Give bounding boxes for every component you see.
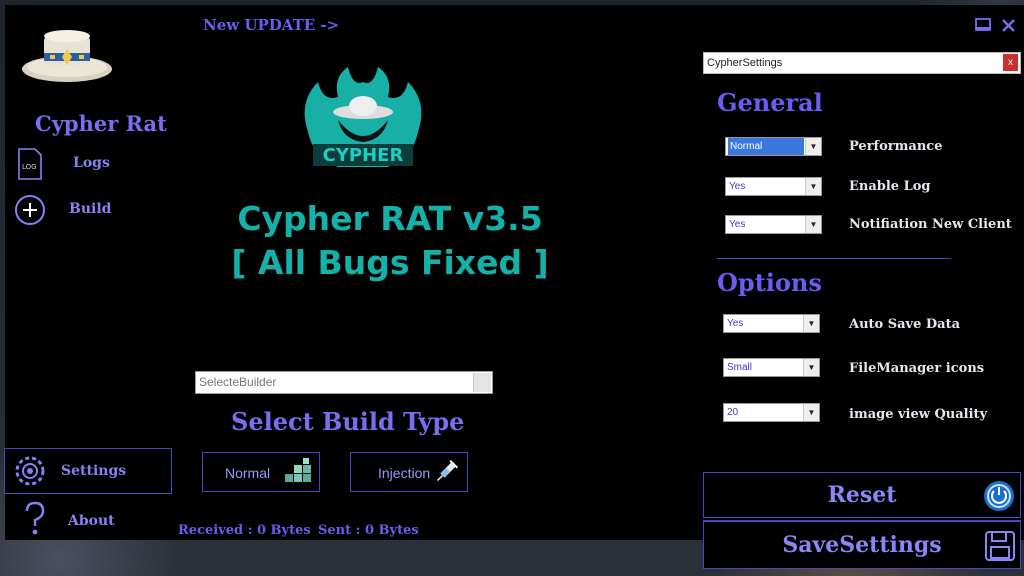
image-quality-select[interactable]: 20 ▼ (723, 403, 820, 422)
build-type-title: Select Build Type (231, 407, 465, 436)
auto-save-select[interactable]: Yes ▼ (723, 314, 820, 333)
performance-select[interactable]: Normal ▼ (725, 137, 822, 156)
image-quality-label: image view Quality (849, 407, 988, 422)
blocks-icon (285, 458, 311, 482)
new-update-link[interactable]: New UPDATE -> (203, 16, 339, 34)
builder-select-value: SelecteBuilder (199, 375, 277, 389)
enable-log-label: Enable Log (849, 179, 931, 194)
reset-button[interactable]: Reset (703, 472, 1021, 518)
settings-titlebar: CypherSettings x (703, 52, 1021, 74)
sidebar-item-label: About (68, 513, 115, 529)
banner-line-1: Cypher RAT v3.5 (237, 199, 543, 238)
image-quality-value: 20 (727, 407, 739, 418)
sidebar-item-label: Settings (61, 463, 127, 479)
plus-circle-icon (15, 195, 45, 225)
performance-label: Performance (849, 139, 943, 154)
notification-value: Yes (729, 219, 746, 230)
settings-panel: CypherSettings x General Normal ▼ Perfor… (703, 52, 1021, 540)
sidebar-item-logs[interactable]: LOG Logs (13, 147, 133, 183)
dropdown-arrow-icon[interactable]: ▼ (803, 315, 819, 332)
svg-text:LOG: LOG (22, 163, 37, 171)
normal-build-label: Normal (225, 465, 271, 481)
injection-build-label: Injection (378, 465, 431, 481)
dropdown-arrow-icon[interactable]: ▼ (805, 178, 821, 195)
window-icon[interactable] (975, 18, 991, 32)
save-settings-button-area[interactable]: SaveSettings (703, 521, 1021, 569)
enable-log-select[interactable]: Yes ▼ (725, 177, 822, 196)
notification-select[interactable]: Yes ▼ (725, 215, 822, 234)
dropdown-arrow-icon[interactable]: ▼ (805, 138, 821, 155)
injection-build-button[interactable]: Injection (350, 452, 468, 492)
syringe-icon (437, 459, 459, 481)
options-heading: Options (717, 268, 822, 297)
builder-select[interactable]: SelecteBuilder (195, 371, 493, 394)
dropdown-arrow-icon[interactable]: ▼ (805, 216, 821, 233)
settings-title: CypherSettings (707, 57, 783, 69)
hat-logo-icon (22, 30, 112, 82)
gear-icon (15, 456, 45, 486)
performance-value: Normal (728, 138, 804, 155)
filemanager-icons-select[interactable]: Small ▼ (723, 358, 820, 377)
filemanager-icons-value: Small (727, 362, 753, 373)
logo-text: CYPHER (323, 145, 404, 166)
reset-label: Reset (827, 482, 897, 508)
app-title: Cypher Rat (35, 111, 167, 136)
notification-label: Notifiation New Client (849, 217, 1012, 232)
log-file-icon: LOG (18, 148, 42, 180)
dropdown-arrow-icon[interactable]: ▼ (803, 404, 819, 421)
general-heading: General (717, 88, 823, 117)
x-icon[interactable] (1001, 18, 1016, 33)
save-settings-text: SaveSettings (782, 532, 942, 558)
enable-log-value: Yes (729, 181, 746, 192)
close-icon[interactable]: x (1003, 54, 1018, 71)
auto-save-value: Yes (727, 318, 744, 329)
dropdown-arrow-icon[interactable] (473, 373, 491, 392)
dropdown-arrow-icon[interactable]: ▼ (803, 359, 819, 376)
sent-bytes: Sent : 0 Bytes (318, 523, 419, 538)
banner-line-2: [ All Bugs Fixed ] (231, 243, 549, 282)
power-icon (984, 481, 1014, 511)
received-bytes: Received : 0 Bytes (178, 523, 311, 538)
floppy-disk-icon (985, 531, 1015, 561)
section-divider (717, 258, 951, 259)
sidebar-item-label: Logs (73, 155, 110, 171)
sidebar-item-about[interactable]: About (13, 499, 133, 539)
normal-build-button[interactable]: Normal (202, 452, 320, 492)
cypher-logo: CYPHER (304, 67, 422, 167)
version-banner: Cypher RAT v3.5 [ All Bugs Fixed ] (185, 197, 595, 285)
sidebar-item-settings[interactable]: Settings (4, 448, 172, 494)
sidebar-item-label: Build (69, 201, 112, 217)
filemanager-icons-label: FileManager icons (849, 361, 985, 376)
auto-save-label: Auto Save Data (849, 317, 961, 332)
sidebar-item-build[interactable]: Build (13, 193, 133, 229)
question-icon (25, 501, 45, 535)
